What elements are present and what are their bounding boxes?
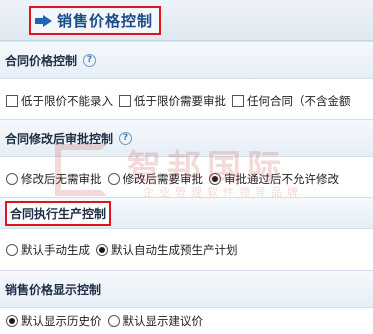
option-label: 修改后无需审批: [21, 172, 102, 186]
checkbox[interactable]: [119, 95, 131, 107]
option-no-modify-after-approval[interactable]: 审批通过后不允许修改: [209, 171, 339, 187]
page-title: 销售价格控制: [29, 6, 162, 35]
checkbox[interactable]: [232, 95, 244, 107]
section-contract-price-control: 合同价格控制 ? 低于限价不能录入 低于限价需要审批 任何合同（不含金额: [0, 41, 373, 123]
radio-button[interactable]: [6, 244, 18, 256]
section-title: 合同修改后审批控制: [5, 131, 114, 146]
section-production-control: 合同执行生产控制 默认手动生成 默认自动生成预生产计划: [0, 197, 373, 271]
option-label: 修改后需要审批: [122, 172, 204, 186]
section-title: 合同执行生产控制: [5, 200, 112, 226]
option-label: 审批通过后不允许修改: [224, 172, 339, 186]
section-modify-approval-control: 合同修改后审批控制 ? 修改后无需审批 修改后需要审批 审批通过后不允许修改: [0, 119, 373, 201]
arrow-right-icon: [35, 14, 53, 27]
section-header: 合同执行生产控制: [0, 197, 373, 229]
option-label: 默认显示历史价: [21, 314, 102, 328]
option-auto-generate[interactable]: 默认自动生成预生产计划: [96, 242, 238, 258]
option-manual-generate[interactable]: 默认手动生成: [6, 242, 90, 258]
help-icon[interactable]: ?: [119, 131, 133, 145]
option-label: 默认自动生成预生产计划: [111, 243, 238, 257]
option-approve-below-limit[interactable]: 低于限价需要审批: [119, 93, 226, 109]
options-row: 修改后无需审批 修改后需要审批 审批通过后不允许修改: [0, 157, 373, 201]
option-label: 默认显示建议价: [122, 314, 204, 328]
help-icon[interactable]: ?: [83, 53, 97, 67]
section-header: 合同价格控制 ?: [0, 41, 373, 79]
radio-button[interactable]: [6, 315, 18, 327]
option-any-contract[interactable]: 任何合同（不含金额: [232, 93, 351, 109]
radio-button[interactable]: [107, 315, 120, 327]
checkbox[interactable]: [6, 95, 18, 107]
radio-button[interactable]: [96, 244, 108, 256]
option-label: 低于限价不能录入: [21, 94, 113, 108]
options-row: 默认手动生成 默认自动生成预生产计划: [0, 229, 373, 271]
options-row: 低于限价不能录入 低于限价需要审批 任何合同（不含金额: [0, 79, 373, 123]
option-label: 低于限价需要审批: [134, 94, 226, 108]
option-show-history-price[interactable]: 默认显示历史价: [6, 313, 102, 329]
section-title: 合同价格控制: [5, 53, 78, 68]
option-label: 任何合同（不含金额: [247, 94, 351, 108]
section-title: 销售价格显示控制: [5, 282, 102, 297]
radio-button[interactable]: [6, 173, 18, 185]
option-show-suggested-price[interactable]: 默认显示建议价: [107, 313, 204, 329]
page-title-text: 销售价格控制: [57, 12, 154, 30]
radio-button[interactable]: [107, 173, 120, 185]
section-header: 销售价格显示控制: [0, 270, 373, 308]
options-row: 默认显示历史价 默认显示建议价: [0, 308, 373, 334]
option-need-approval[interactable]: 修改后需要审批: [107, 171, 204, 187]
section-header: 合同修改后审批控制 ?: [0, 119, 373, 157]
option-no-approval[interactable]: 修改后无需审批: [6, 171, 102, 187]
section-price-display-control: 销售价格显示控制 默认显示历史价 默认显示建议价: [0, 270, 373, 334]
option-block-below-limit[interactable]: 低于限价不能录入: [6, 93, 113, 109]
option-label: 默认手动生成: [21, 243, 90, 257]
radio-button[interactable]: [209, 173, 221, 185]
header-bar: 销售价格控制: [0, 0, 373, 41]
